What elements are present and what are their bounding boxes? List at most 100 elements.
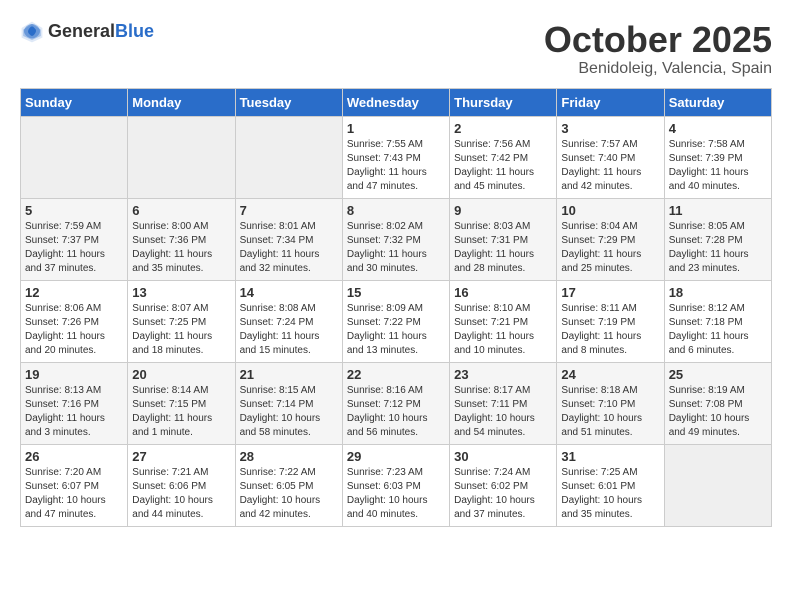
day-number: 23 [454, 367, 552, 382]
day-number: 21 [240, 367, 338, 382]
calendar-cell: 28 Sunrise: 7:22 AM Sunset: 6:05 PM Dayli… [235, 444, 342, 526]
calendar-cell: 27 Sunrise: 7:21 AM Sunset: 6:06 PM Dayli… [128, 444, 235, 526]
day-number: 24 [561, 367, 659, 382]
calendar-cell [235, 116, 342, 198]
day-info: Sunrise: 7:58 AM Sunset: 7:39 PM Dayligh… [669, 138, 767, 194]
day-info: Sunrise: 8:18 AM Sunset: 7:10 PM Dayligh… [561, 384, 659, 440]
calendar-cell: 26 Sunrise: 7:20 AM Sunset: 6:07 PM Dayli… [21, 444, 128, 526]
calendar-cell: 10Sunrise: 8:04 AM Sunset: 7:29 PM Dayli… [557, 198, 664, 280]
day-info: Sunrise: 8:14 AM Sunset: 7:15 PM Dayligh… [132, 384, 230, 440]
calendar-week-row: 1 Sunrise: 7:55 AM Sunset: 7:43 PM Daylig… [21, 116, 772, 198]
calendar-cell [664, 444, 771, 526]
day-info: Sunrise: 8:11 AM Sunset: 7:19 PM Dayligh… [561, 302, 659, 358]
day-info: Sunrise: 7:55 AM Sunset: 7:43 PM Dayligh… [347, 138, 445, 194]
calendar-cell: 12 Sunrise: 8:06 AM Sunset: 7:26 PM Dayli… [21, 280, 128, 362]
day-info: Sunrise: 7:59 AM Sunset: 7:37 PM Dayligh… [25, 220, 123, 276]
calendar-cell: 16 Sunrise: 8:10 AM Sunset: 7:21 PM Dayli… [450, 280, 557, 362]
day-number: 5 [25, 203, 123, 218]
calendar-cell [21, 116, 128, 198]
day-number: 11 [669, 203, 767, 218]
day-info: Sunrise: 8:10 AM Sunset: 7:21 PM Dayligh… [454, 302, 552, 358]
day-info: Sunrise: 8:19 AM Sunset: 7:08 PM Dayligh… [669, 384, 767, 440]
day-info: Sunrise: 8:05 AM Sunset: 7:28 PM Dayligh… [669, 220, 767, 276]
day-info: Sunrise: 7:25 AM Sunset: 6:01 PM Dayligh… [561, 466, 659, 522]
day-number: 26 [25, 449, 123, 464]
weekday-header: Thursday [450, 88, 557, 116]
day-number: 28 [240, 449, 338, 464]
calendar-table: SundayMondayTuesdayWednesdayThursdayFrid… [20, 88, 772, 527]
calendar-cell: 11 Sunrise: 8:05 AM Sunset: 7:28 PM Dayli… [664, 198, 771, 280]
day-number: 2 [454, 121, 552, 136]
day-info: Sunrise: 7:20 AM Sunset: 6:07 PM Dayligh… [25, 466, 123, 522]
calendar-cell: 1 Sunrise: 7:55 AM Sunset: 7:43 PM Daylig… [342, 116, 449, 198]
weekday-header: Wednesday [342, 88, 449, 116]
day-info: Sunrise: 8:12 AM Sunset: 7:18 PM Dayligh… [669, 302, 767, 358]
weekday-header-row: SundayMondayTuesdayWednesdayThursdayFrid… [21, 88, 772, 116]
day-number: 19 [25, 367, 123, 382]
calendar-cell: 20Sunrise: 8:14 AM Sunset: 7:15 PM Dayli… [128, 362, 235, 444]
calendar-cell: 6 Sunrise: 8:00 AM Sunset: 7:36 PM Daylig… [128, 198, 235, 280]
day-number: 15 [347, 285, 445, 300]
calendar-cell: 17 Sunrise: 8:11 AM Sunset: 7:19 PM Dayli… [557, 280, 664, 362]
calendar-cell: 7Sunrise: 8:01 AM Sunset: 7:34 PM Daylig… [235, 198, 342, 280]
day-info: Sunrise: 8:07 AM Sunset: 7:25 PM Dayligh… [132, 302, 230, 358]
day-info: Sunrise: 7:22 AM Sunset: 6:05 PM Dayligh… [240, 466, 338, 522]
day-number: 12 [25, 285, 123, 300]
calendar-cell: 19Sunrise: 8:13 AM Sunset: 7:16 PM Dayli… [21, 362, 128, 444]
page-header: GeneralBlue October 2025 Benidoleig, Val… [20, 20, 772, 78]
day-number: 13 [132, 285, 230, 300]
day-number: 25 [669, 367, 767, 382]
day-number: 22 [347, 367, 445, 382]
calendar-cell: 21Sunrise: 8:15 AM Sunset: 7:14 PM Dayli… [235, 362, 342, 444]
day-info: Sunrise: 8:00 AM Sunset: 7:36 PM Dayligh… [132, 220, 230, 276]
day-number: 7 [240, 203, 338, 218]
logo-text: GeneralBlue [48, 22, 154, 42]
day-number: 8 [347, 203, 445, 218]
logo: GeneralBlue [20, 20, 154, 44]
day-number: 14 [240, 285, 338, 300]
calendar-week-row: 12 Sunrise: 8:06 AM Sunset: 7:26 PM Dayli… [21, 280, 772, 362]
calendar-cell: 24 Sunrise: 8:18 AM Sunset: 7:10 PM Dayli… [557, 362, 664, 444]
calendar-cell: 5 Sunrise: 7:59 AM Sunset: 7:37 PM Daylig… [21, 198, 128, 280]
day-number: 18 [669, 285, 767, 300]
day-number: 1 [347, 121, 445, 136]
calendar-cell: 22Sunrise: 8:16 AM Sunset: 7:12 PM Dayli… [342, 362, 449, 444]
weekday-header: Monday [128, 88, 235, 116]
day-info: Sunrise: 8:02 AM Sunset: 7:32 PM Dayligh… [347, 220, 445, 276]
day-number: 31 [561, 449, 659, 464]
day-number: 4 [669, 121, 767, 136]
calendar-week-row: 5 Sunrise: 7:59 AM Sunset: 7:37 PM Daylig… [21, 198, 772, 280]
weekday-header: Sunday [21, 88, 128, 116]
day-info: Sunrise: 8:09 AM Sunset: 7:22 PM Dayligh… [347, 302, 445, 358]
calendar-cell: 9 Sunrise: 8:03 AM Sunset: 7:31 PM Daylig… [450, 198, 557, 280]
day-info: Sunrise: 7:23 AM Sunset: 6:03 PM Dayligh… [347, 466, 445, 522]
day-info: Sunrise: 7:21 AM Sunset: 6:06 PM Dayligh… [132, 466, 230, 522]
day-info: Sunrise: 7:57 AM Sunset: 7:40 PM Dayligh… [561, 138, 659, 194]
day-info: Sunrise: 8:06 AM Sunset: 7:26 PM Dayligh… [25, 302, 123, 358]
calendar-cell [128, 116, 235, 198]
calendar-cell: 30Sunrise: 7:24 AM Sunset: 6:02 PM Dayli… [450, 444, 557, 526]
day-number: 27 [132, 449, 230, 464]
day-number: 10 [561, 203, 659, 218]
day-info: Sunrise: 8:17 AM Sunset: 7:11 PM Dayligh… [454, 384, 552, 440]
calendar-week-row: 26 Sunrise: 7:20 AM Sunset: 6:07 PM Dayli… [21, 444, 772, 526]
weekday-header: Friday [557, 88, 664, 116]
calendar-week-row: 19Sunrise: 8:13 AM Sunset: 7:16 PM Dayli… [21, 362, 772, 444]
weekday-header: Tuesday [235, 88, 342, 116]
calendar-cell: 23 Sunrise: 8:17 AM Sunset: 7:11 PM Dayli… [450, 362, 557, 444]
day-number: 6 [132, 203, 230, 218]
day-number: 16 [454, 285, 552, 300]
day-info: Sunrise: 7:56 AM Sunset: 7:42 PM Dayligh… [454, 138, 552, 194]
day-number: 29 [347, 449, 445, 464]
day-info: Sunrise: 8:03 AM Sunset: 7:31 PM Dayligh… [454, 220, 552, 276]
day-number: 30 [454, 449, 552, 464]
calendar-cell: 25 Sunrise: 8:19 AM Sunset: 7:08 PM Dayli… [664, 362, 771, 444]
month-title: October 2025 [544, 20, 772, 60]
day-number: 9 [454, 203, 552, 218]
logo-icon [20, 20, 44, 44]
day-number: 3 [561, 121, 659, 136]
calendar-cell: 31 Sunrise: 7:25 AM Sunset: 6:01 PM Dayli… [557, 444, 664, 526]
day-number: 17 [561, 285, 659, 300]
calendar-cell: 15 Sunrise: 8:09 AM Sunset: 7:22 PM Dayli… [342, 280, 449, 362]
weekday-header: Saturday [664, 88, 771, 116]
